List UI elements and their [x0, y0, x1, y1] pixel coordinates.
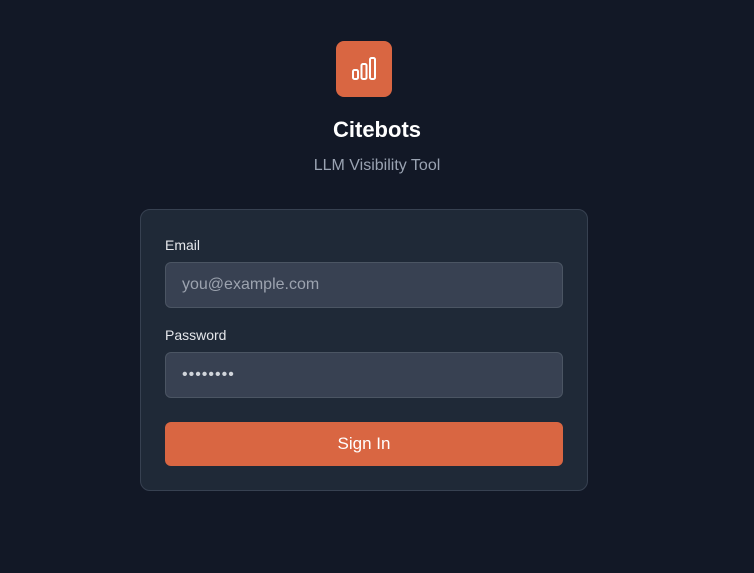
password-input[interactable]: [165, 352, 563, 398]
bar-chart-icon: [352, 57, 376, 80]
app-title: Citebots: [333, 117, 421, 142]
sign-in-button[interactable]: Sign In: [165, 422, 563, 466]
email-input[interactable]: [165, 262, 563, 308]
login-page: Citebots LLM Visibility Tool Email Passw…: [0, 0, 754, 573]
app-subtitle: LLM Visibility Tool: [313, 157, 441, 174]
password-label: Password: [165, 327, 227, 343]
email-label: Email: [165, 237, 201, 253]
brand-logo: [336, 41, 392, 97]
login-form: Email Password Sign In: [140, 209, 588, 491]
